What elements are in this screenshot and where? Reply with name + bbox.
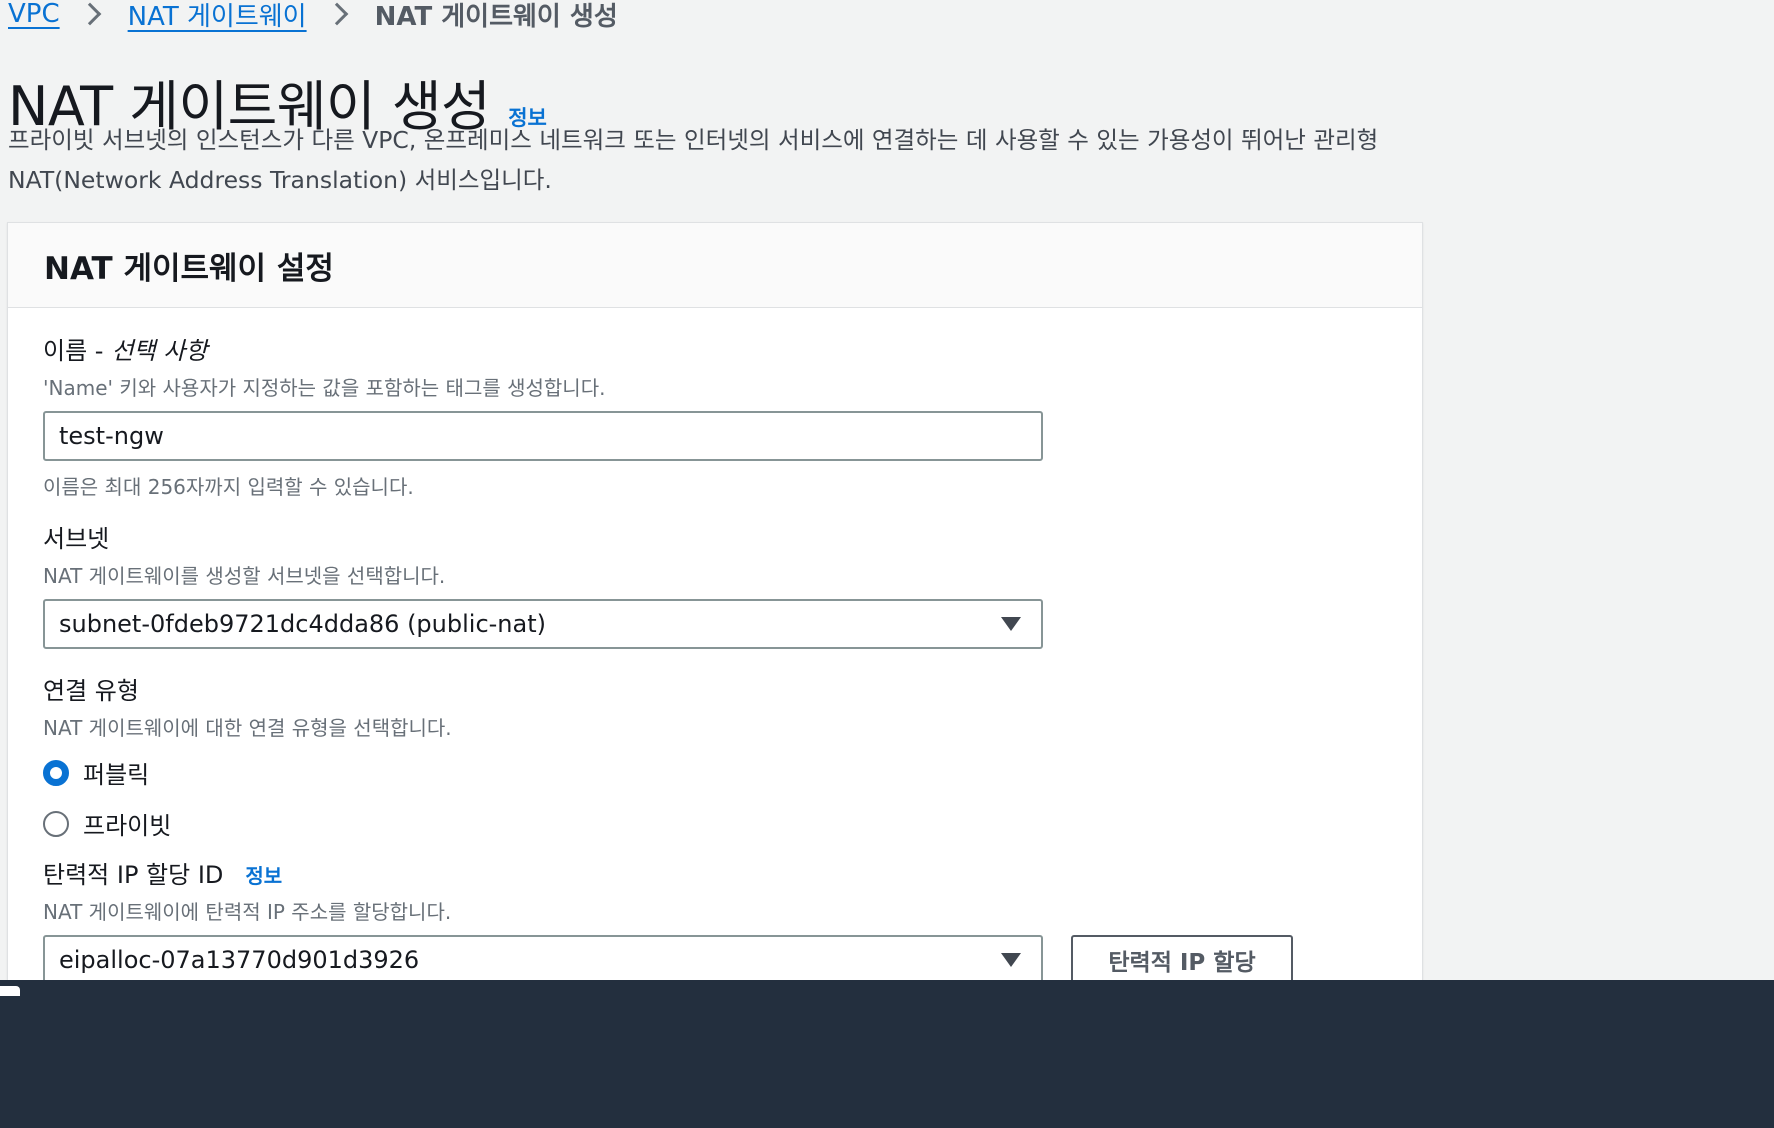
elastic-ip-description: NAT 게이트웨이에 탄력적 IP 주소를 할당합니다. [43, 900, 452, 924]
connectivity-option-public-label: 퍼블릭 [83, 761, 150, 789]
caret-down-icon [1001, 617, 1021, 631]
elastic-ip-info-link[interactable]: 정보 [245, 860, 282, 889]
chevron-right-icon [325, 2, 348, 26]
name-input[interactable] [43, 411, 1043, 461]
name-field-label-row: 이름 - 선택 사항 [43, 331, 1043, 366]
elastic-ip-select-value: eipalloc-07a13770d901d3926 [59, 946, 420, 974]
bottom-bar-tab [0, 986, 20, 996]
connectivity-option-public[interactable]: 퍼블릭 [43, 755, 452, 790]
subnet-field: 서브넷 NAT 게이트웨이를 생성할 서브넷을 선택합니다. subnet-0f… [43, 519, 1043, 649]
panel-header: NAT 게이트웨이 설정 [8, 223, 1422, 308]
allocate-elastic-ip-button[interactable]: 탄력적 IP 할당 [1071, 935, 1293, 985]
subnet-field-label: 서브넷 [43, 525, 110, 553]
name-field-optional-label: 선택 사항 [111, 337, 208, 365]
breadcrumb-link-vpc[interactable]: VPC [8, 0, 60, 29]
breadcrumb: VPC NAT 게이트웨이 NAT 게이트웨이 생성 [8, 0, 618, 34]
elastic-ip-row: eipalloc-07a13770d901d3926 탄력적 IP 할당 [43, 935, 1293, 985]
elastic-ip-select[interactable]: eipalloc-07a13770d901d3926 [43, 935, 1043, 985]
connectivity-option-private[interactable]: 프라이빗 [43, 806, 452, 841]
panel-title: NAT 게이트웨이 설정 [44, 250, 334, 287]
name-field-label: 이름 - [43, 337, 104, 365]
caret-down-icon [1001, 953, 1021, 967]
nat-gateway-settings-panel: NAT 게이트웨이 설정 이름 - 선택 사항 'Name' 키와 사용자가 지… [7, 222, 1423, 1024]
subnet-select-value: subnet-0fdeb9721dc4dda86 (public-nat) [59, 610, 546, 638]
breadcrumb-link-nat-gateways[interactable]: NAT 게이트웨이 [128, 0, 307, 33]
bottom-bar [0, 980, 1774, 1128]
radio-unselected-icon[interactable] [43, 810, 69, 837]
chevron-right-icon [78, 2, 101, 26]
name-field-description: 'Name' 키와 사용자가 지정하는 값을 포함하는 태그를 생성합니다. [43, 376, 606, 400]
connectivity-type-field: 연결 유형 NAT 게이트웨이에 대한 연결 유형을 선택합니다. 퍼블릭 프라… [43, 671, 452, 841]
page-description: 프라이빗 서브넷의 인스턴스가 다른 VPC, 온프레미스 네트워크 또는 인터… [8, 126, 1379, 194]
connectivity-option-private-label: 프라이빗 [83, 812, 172, 840]
subnet-select[interactable]: subnet-0fdeb9721dc4dda86 (public-nat) [43, 599, 1043, 649]
radio-selected-icon[interactable] [43, 759, 69, 786]
subnet-field-description: NAT 게이트웨이를 생성할 서브넷을 선택합니다. [43, 564, 446, 588]
breadcrumb-current: NAT 게이트웨이 생성 [374, 1, 618, 32]
name-field-constraint: 이름은 최대 256자까지 입력할 수 있습니다. [43, 475, 414, 499]
elastic-ip-label: 탄력적 IP 할당 ID [43, 861, 224, 889]
connectivity-type-description: NAT 게이트웨이에 대한 연결 유형을 선택합니다. [43, 716, 452, 740]
elastic-ip-label-row: 탄력적 IP 할당 ID 정보 [43, 855, 1293, 890]
elastic-ip-field: 탄력적 IP 할당 ID 정보 NAT 게이트웨이에 탄력적 IP 주소를 할당… [43, 855, 1293, 985]
connectivity-type-label: 연결 유형 [43, 677, 139, 705]
name-field: 이름 - 선택 사항 'Name' 키와 사용자가 지정하는 값을 포함하는 태… [43, 331, 1043, 500]
